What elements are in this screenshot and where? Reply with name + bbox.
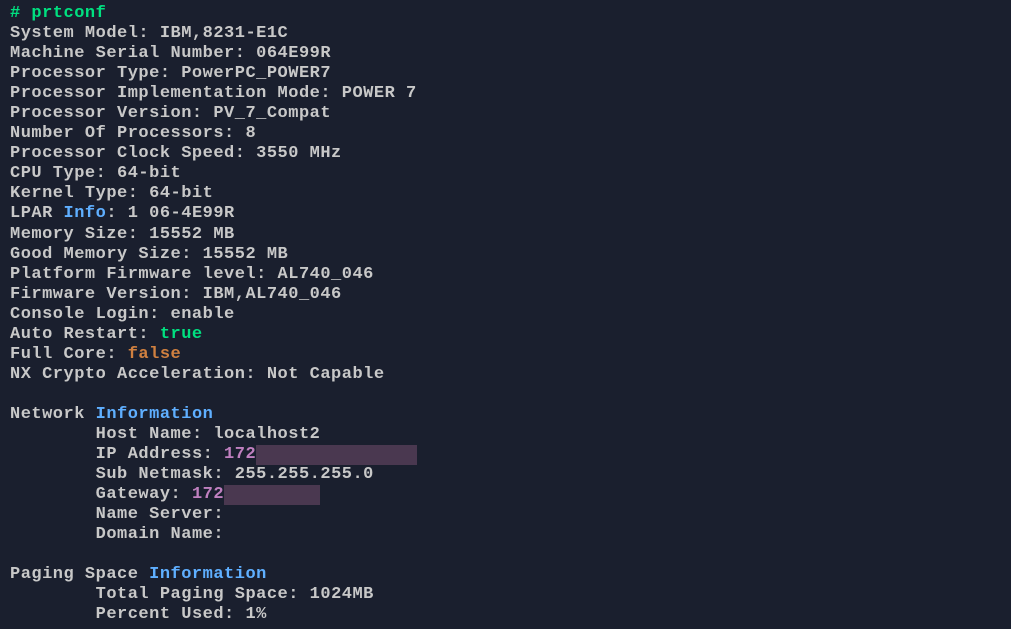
proc-impl-line: Processor Implementation Mode: POWER 7: [10, 84, 1001, 104]
label: Processor Clock Speed:: [10, 144, 256, 163]
label: Kernel Type:: [10, 184, 149, 203]
clock-line: Processor Clock Speed: 3550 MHz: [10, 144, 1001, 164]
indent: [10, 465, 96, 484]
label: Auto Restart:: [10, 325, 160, 344]
cputype-line: CPU Type: 64-bit: [10, 164, 1001, 184]
kerntype-line: Kernel Type: 64-bit: [10, 184, 1001, 204]
domainname-line: Domain Name:: [10, 525, 1001, 545]
info-word: Information: [96, 405, 214, 424]
value: enable: [171, 305, 235, 324]
fullcore-line: Full Core: false: [10, 345, 1001, 365]
mem-line: Memory Size: 15552 MB: [10, 225, 1001, 245]
indent: [10, 445, 96, 464]
paging-pct-line: Percent Used: 1%: [10, 605, 1001, 625]
indent: [10, 585, 96, 604]
label: Percent Used:: [96, 605, 246, 624]
gateway-line: Gateway: 172: [10, 485, 1001, 505]
ip-partial: 172: [224, 445, 256, 464]
command: prtconf: [31, 4, 106, 23]
host-line: Host Name: localhost2: [10, 425, 1001, 445]
value: false: [128, 345, 182, 364]
label: Host Name:: [96, 425, 214, 444]
value: IBM,8231-E1C: [160, 24, 288, 43]
label: Processor Implementation Mode:: [10, 84, 342, 103]
indent: [10, 605, 96, 624]
label: Name Server:: [96, 505, 224, 524]
label: IP Address:: [96, 445, 224, 464]
value: 8: [245, 124, 256, 143]
value: PowerPC_POWER7: [181, 64, 331, 83]
gw-partial: 172: [192, 485, 224, 504]
label: Memory Size:: [10, 225, 149, 244]
label: Processor Type:: [10, 64, 181, 83]
redacted-block: [224, 485, 320, 505]
proc-ver-line: Processor Version: PV_7_Compat: [10, 104, 1001, 124]
label: Number Of Processors:: [10, 124, 245, 143]
indent: [10, 505, 96, 524]
label-prefix: LPAR: [10, 204, 64, 223]
value: AL740_046: [278, 265, 374, 284]
label: Firmware Version:: [10, 285, 203, 304]
label: System Model:: [10, 24, 160, 43]
value: localhost2: [213, 425, 320, 444]
label: Full Core:: [10, 345, 128, 364]
goodmem-line: Good Memory Size: 15552 MB: [10, 245, 1001, 265]
value: Not Capable: [267, 365, 385, 384]
label: Total Paging Space:: [96, 585, 310, 604]
value: PV_7_Compat: [213, 104, 331, 123]
prefix: Paging Space: [10, 565, 149, 584]
system-model-line: System Model: IBM,8231-E1C: [10, 24, 1001, 44]
label: Console Login:: [10, 305, 171, 324]
value: 1024MB: [310, 585, 374, 604]
value: 064E99R: [256, 44, 331, 63]
value: POWER 7: [342, 84, 417, 103]
value: 255.255.255.0: [235, 465, 374, 484]
autorestart-line: Auto Restart: true: [10, 325, 1001, 345]
value: 64-bit: [117, 164, 181, 183]
mask-line: Sub Netmask: 255.255.255.0: [10, 465, 1001, 485]
blank-line: [10, 545, 1001, 565]
indent: [10, 425, 96, 444]
nxcrypto-line: NX Crypto Acceleration: Not Capable: [10, 365, 1001, 385]
label: CPU Type:: [10, 164, 117, 183]
indent: [10, 485, 96, 504]
blank-line: [10, 385, 1001, 405]
prompt: #: [10, 4, 31, 23]
value: true: [160, 325, 203, 344]
lpar-line: LPAR Info: 1 06-4E99R: [10, 204, 1001, 224]
fwver-line: Firmware Version: IBM,AL740_046: [10, 285, 1001, 305]
ip-line: IP Address: 172: [10, 445, 1001, 465]
value: 15552 MB: [149, 225, 235, 244]
label: Domain Name:: [96, 525, 224, 544]
command-line[interactable]: # prtconf: [10, 4, 1001, 24]
console-line: Console Login: enable: [10, 305, 1001, 325]
label: Machine Serial Number:: [10, 44, 256, 63]
proc-type-line: Processor Type: PowerPC_POWER7: [10, 64, 1001, 84]
network-header: Network Information: [10, 405, 1001, 425]
nameserver-line: Name Server:: [10, 505, 1001, 525]
label: Gateway:: [96, 485, 192, 504]
label: Sub Netmask:: [96, 465, 235, 484]
info-word: Info: [64, 204, 107, 223]
redacted-block: [256, 445, 417, 465]
serial-line: Machine Serial Number: 064E99R: [10, 44, 1001, 64]
label-suffix: :: [106, 204, 127, 223]
prefix: Network: [10, 405, 96, 424]
value: 1 06-4E99R: [128, 204, 235, 223]
value: IBM,AL740_046: [203, 285, 342, 304]
value: 3550 MHz: [256, 144, 342, 163]
label: Good Memory Size:: [10, 245, 203, 264]
value: 15552 MB: [203, 245, 289, 264]
indent: [10, 525, 96, 544]
label: Processor Version:: [10, 104, 213, 123]
paging-header: Paging Space Information: [10, 565, 1001, 585]
value: 64-bit: [149, 184, 213, 203]
fwlevel-line: Platform Firmware level: AL740_046: [10, 265, 1001, 285]
label: NX Crypto Acceleration:: [10, 365, 267, 384]
value: 1%: [245, 605, 266, 624]
label: Platform Firmware level:: [10, 265, 278, 284]
paging-total-line: Total Paging Space: 1024MB: [10, 585, 1001, 605]
info-word: Information: [149, 565, 267, 584]
nproc-line: Number Of Processors: 8: [10, 124, 1001, 144]
